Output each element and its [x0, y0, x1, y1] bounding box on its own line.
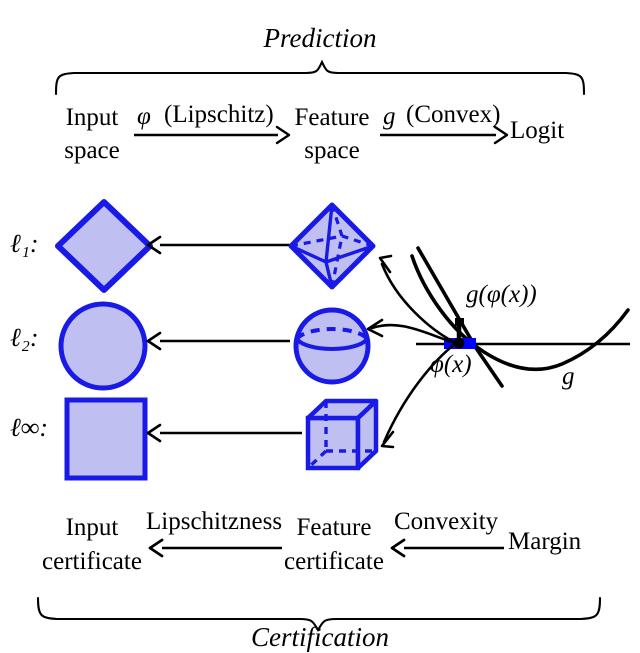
- node-logit: Logit: [510, 117, 565, 144]
- cert-node-input-line1: Input: [65, 514, 119, 541]
- map-arrow-l1: [146, 235, 290, 255]
- norm-label-l2: ℓ₂:: [10, 323, 39, 352]
- shape-circle-l2: [58, 301, 148, 391]
- projection-arrows: [366, 254, 458, 449]
- norm-label-l1: ℓ₁:: [10, 229, 39, 258]
- shape-square-linf: [64, 397, 148, 481]
- certification-arrow-2: [390, 538, 504, 558]
- plot-label-g: g: [562, 363, 575, 390]
- shape-diamond-l1: [55, 199, 153, 293]
- prediction-title: Prediction: [263, 23, 377, 53]
- node-input-space-line2: space: [64, 137, 120, 164]
- node-feature-space-line2: space: [304, 137, 360, 164]
- cert-node-feature-line1: Feature: [296, 514, 372, 541]
- cert-node-input-line2: certificate: [42, 548, 142, 575]
- figure-canvas: Prediction Input space φ (Lipschitz) Fea…: [0, 0, 640, 653]
- cert-arrow2-label: Convexity: [394, 508, 499, 535]
- top-brace: [54, 59, 586, 96]
- certification-title: Certification: [251, 622, 389, 652]
- cert-node-margin: Margin: [508, 528, 582, 555]
- node-input-space-line1: Input: [65, 104, 119, 131]
- cert-node-feature-line2: certificate: [284, 548, 384, 575]
- node-feature-space-line1: Feature: [294, 104, 370, 131]
- prediction-arrow-1: [134, 125, 291, 145]
- norm-label-linf: ℓ∞:: [10, 413, 49, 442]
- map-arrow-l2: [146, 331, 290, 351]
- map-arrow-linf: [146, 423, 302, 443]
- cert-arrow1-label: Lipschitzness: [146, 508, 283, 535]
- certification-arrow-1: [148, 538, 282, 558]
- prediction-arrow-2: [380, 125, 509, 145]
